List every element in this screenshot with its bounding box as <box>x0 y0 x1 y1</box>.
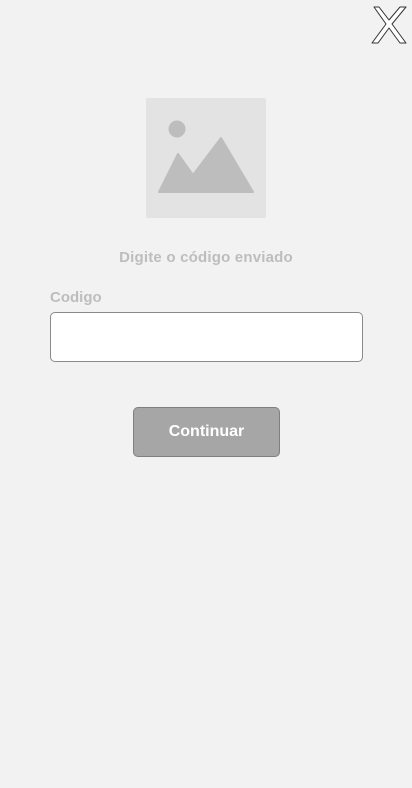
continue-button[interactable]: Continuar <box>133 407 280 457</box>
code-input[interactable] <box>50 312 363 362</box>
image-placeholder <box>146 98 266 218</box>
close-icon <box>371 6 407 44</box>
code-label: Codigo <box>50 289 102 306</box>
page-subtitle: Digite o código enviado <box>119 249 293 266</box>
image-placeholder-icon <box>158 120 254 193</box>
close-button[interactable] <box>370 5 408 45</box>
